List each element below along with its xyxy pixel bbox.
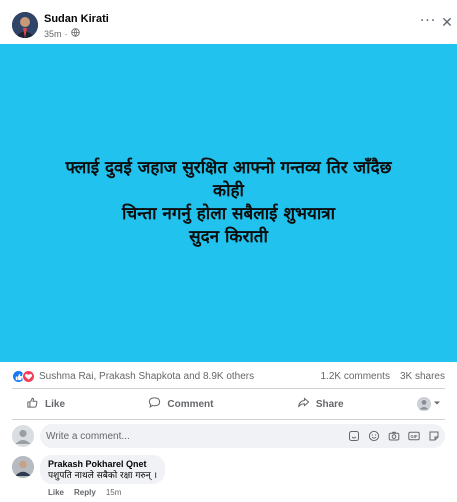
comment-bubble: Prakash Pokharel Qnet पशुपति नाथले सबैको… xyxy=(40,455,166,484)
comment-reply-link[interactable]: Reply xyxy=(74,488,96,497)
love-icon xyxy=(22,370,35,383)
post-text-line-4: सुदन किराती xyxy=(189,227,268,247)
share-icon xyxy=(297,396,310,412)
viewer-avatar xyxy=(416,397,431,411)
post-meta: 35m · xyxy=(44,28,80,39)
post-card: Sudan Kirati 35m · ··· ✕ फ्लाई दुवई जहाज… xyxy=(0,0,457,502)
comment-item: Prakash Pokharel Qnet पशुपति नाथले सबैको… xyxy=(12,455,445,500)
svg-text:GIF: GIF xyxy=(411,434,418,439)
comment-like-link[interactable]: Like xyxy=(48,488,64,497)
post-as-selector[interactable] xyxy=(413,393,445,415)
comment-actions: Like Reply 15m xyxy=(48,488,121,497)
emoji-icon[interactable] xyxy=(367,429,381,443)
comment-button[interactable]: Comment xyxy=(134,392,227,416)
comment-icon xyxy=(148,396,161,412)
author-avatar[interactable] xyxy=(12,12,38,38)
post-banner: फ्लाई दुवई जहाज सुरक्षित आफ्नो गन्तव्य त… xyxy=(0,44,457,362)
comment-text: पशुपति नाथले सबैको रक्षा गरुन् । xyxy=(48,471,158,481)
post-text-line-1: फ्लाई दुवई जहाज सुरक्षित आफ्नो गन्तव्य त… xyxy=(65,158,392,178)
reaction-names[interactable]: Sushma Rai, Prakash Shapkota and 8.9K ot… xyxy=(39,371,254,382)
comment-input-wrapper: GIF xyxy=(40,424,445,448)
post-actions: Like Comment Share xyxy=(12,392,445,416)
share-label: Share xyxy=(315,398,344,410)
more-options-icon[interactable]: ··· xyxy=(417,14,439,32)
gif-icon[interactable]: GIF xyxy=(407,429,421,443)
post-text-line-2: कोही xyxy=(213,181,244,201)
close-icon[interactable]: ✕ xyxy=(437,13,457,33)
like-label: Like xyxy=(45,398,66,410)
engagement-counts: 1.2K comments 3K shares xyxy=(320,371,445,382)
share-button[interactable]: Share xyxy=(283,392,358,416)
chevron-down-icon xyxy=(433,399,441,410)
comment-input[interactable] xyxy=(46,424,336,448)
sticker-pack-icon[interactable] xyxy=(427,429,441,443)
divider xyxy=(12,388,445,389)
like-button[interactable]: Like xyxy=(12,392,79,416)
comment-time[interactable]: 15m xyxy=(106,488,122,497)
divider xyxy=(12,419,445,420)
comment-label: Comment xyxy=(167,398,214,410)
post-time[interactable]: 35m xyxy=(44,29,62,39)
camera-icon[interactable] xyxy=(387,429,401,443)
author-name[interactable]: Sudan Kirati xyxy=(44,13,109,25)
thumbs-up-icon xyxy=(26,396,39,412)
current-user-avatar[interactable] xyxy=(12,425,34,447)
comment-composer: GIF xyxy=(12,424,445,448)
reaction-icons[interactable] xyxy=(12,370,40,384)
post-text-line-3: चिन्ता नगर्नु होला सबैलाई शुभयात्रा xyxy=(121,204,336,224)
post-header: Sudan Kirati 35m · ··· ✕ xyxy=(12,10,453,44)
reactions-row: Sushma Rai, Prakash Shapkota and 8.9K ot… xyxy=(12,368,445,386)
separator-dot: · xyxy=(64,28,68,39)
sticker-icon[interactable] xyxy=(347,429,361,443)
commenter-name[interactable]: Prakash Pokharel Qnet xyxy=(48,458,157,470)
globe-icon xyxy=(70,28,80,39)
shares-count[interactable]: 3K shares xyxy=(400,371,445,382)
commenter-avatar[interactable] xyxy=(12,456,34,478)
comments-count[interactable]: 1.2K comments xyxy=(320,371,389,382)
comment-tools: GIF xyxy=(347,429,441,443)
